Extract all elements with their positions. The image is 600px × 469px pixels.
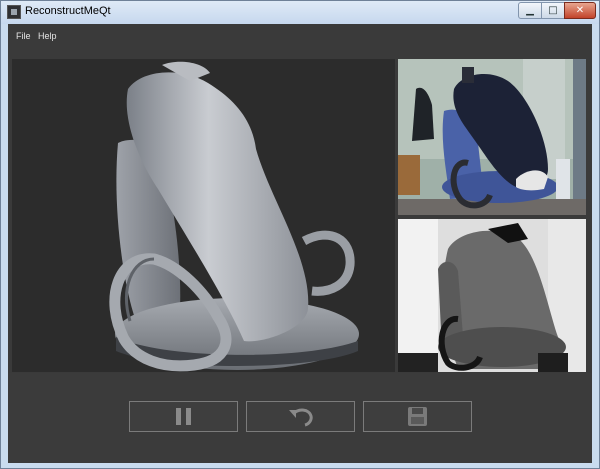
save-button[interactable]	[363, 401, 472, 432]
client-area: File Help	[8, 24, 592, 463]
app-window: ReconstructMeQt ▁ □ ✕ File Help	[0, 0, 600, 469]
control-bar	[8, 373, 592, 463]
depth-view[interactable]	[398, 219, 586, 372]
menu-bar: File Help	[8, 24, 592, 50]
mesh-preview-graphic	[109, 61, 359, 372]
window-title: ReconstructMeQt	[25, 5, 111, 17]
title-bar[interactable]: ReconstructMeQt ▁ □ ✕	[1, 1, 599, 24]
rgb-camera-graphic	[398, 59, 586, 215]
reconstruction-view[interactable]	[12, 59, 395, 372]
save-icon	[408, 407, 427, 426]
undo-button[interactable]	[246, 401, 355, 432]
app-icon	[7, 5, 21, 19]
pause-button[interactable]	[129, 401, 238, 432]
depth-map-graphic	[398, 219, 586, 372]
menu-file[interactable]: File	[16, 31, 31, 41]
undo-icon	[289, 408, 313, 427]
camera-view[interactable]	[398, 59, 586, 215]
menu-help[interactable]: Help	[38, 31, 57, 41]
maximize-button[interactable]: □	[541, 2, 565, 19]
minimize-button[interactable]: ▁	[518, 2, 542, 19]
pause-icon	[176, 408, 191, 425]
close-button[interactable]: ✕	[564, 2, 596, 19]
